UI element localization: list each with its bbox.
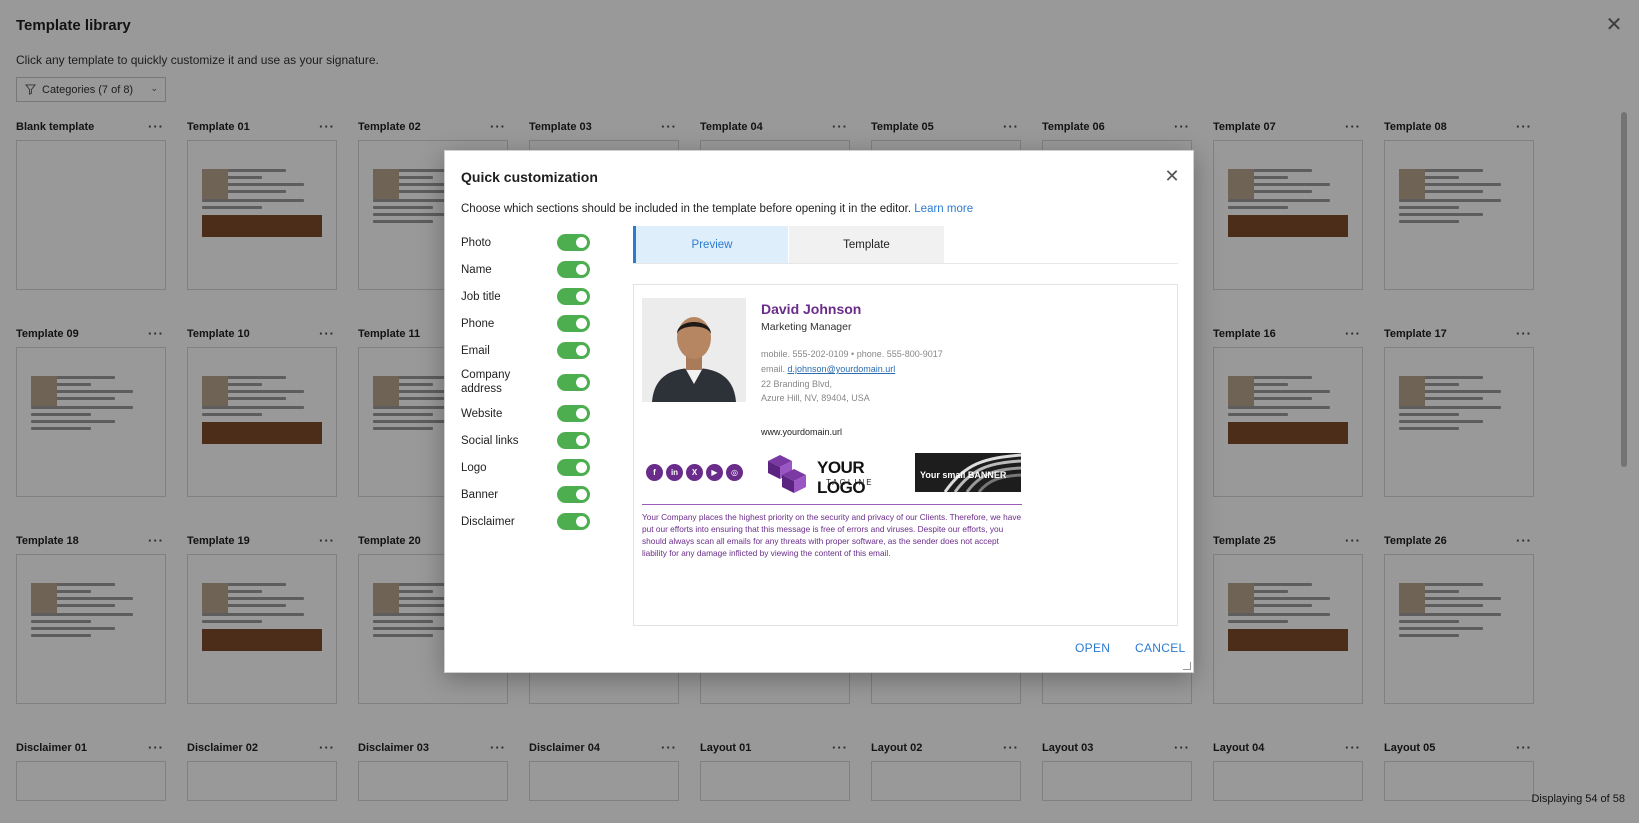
section-options: Photo Name Job title Phone Email Company addr… [461,229,591,535]
option-label: Email [461,344,490,357]
option-toggle[interactable] [557,261,590,278]
option-row: Phone [461,310,591,337]
tab-preview[interactable]: Preview [633,226,788,263]
signature-job-title: Marketing Manager [761,321,852,333]
option-label: Disclaimer [461,515,515,528]
cancel-button[interactable]: CANCEL [1135,641,1185,655]
option-label: Photo [461,236,492,249]
option-label: Logo [461,461,487,474]
option-row: Social links [461,427,591,454]
banner-text: Your small BANNER [920,470,1007,480]
option-toggle[interactable] [557,405,590,422]
option-toggle[interactable] [557,342,590,359]
option-toggle[interactable] [557,459,590,476]
option-toggle[interactable] [557,486,590,503]
quick-customization-dialog: Quick customization ✕ Choose which secti… [444,150,1194,673]
signature-address-line2: Azure Hill, NV, 89404, USA [761,393,870,403]
linkedin-icon[interactable]: in [666,464,683,481]
option-row: Email [461,337,591,364]
signature-phones: mobile. 555-202-0109 • phone. 555-800-90… [761,349,943,359]
option-toggle[interactable] [557,513,590,530]
preview-tabs: Preview Template [633,226,1178,264]
option-label: Name [461,263,492,276]
signature-banner[interactable]: Your small BANNER [915,453,1021,492]
signature-preview: David Johnson Marketing Manager mobile. … [633,284,1178,626]
option-row: Job title [461,283,591,310]
profile-photo [642,298,746,402]
option-row: Banner [461,481,591,508]
option-label: Company address [461,369,511,395]
open-button[interactable]: OPEN [1075,641,1110,655]
youtube-icon[interactable]: ▶ [706,464,723,481]
option-row: Company address [461,364,591,400]
option-row: Name [461,256,591,283]
option-label: Social links [461,434,519,447]
option-row: Photo [461,229,591,256]
social-links: f in X ▶ ◎ [646,464,743,481]
x-icon[interactable]: X [686,464,703,481]
description-text: Choose which sections should be included… [461,203,912,215]
signature-address-line1: 22 Branding Blvd, [761,379,833,389]
option-toggle[interactable] [557,288,590,305]
logo-tagline: TAGLINE [826,478,874,487]
learn-more-link[interactable]: Learn more [914,203,973,215]
signature-logo: YOUR LOGO TAGLINE [764,453,909,497]
signature-email-row: email. d.johnson@yourdomain.url [761,364,895,374]
signature-website: www.yourdomain.url [761,427,843,437]
close-icon[interactable]: ✕ [1163,167,1181,185]
option-label: Banner [461,488,499,501]
option-toggle[interactable] [557,373,590,391]
instagram-icon[interactable]: ◎ [726,464,743,481]
option-toggle[interactable] [557,315,590,332]
signature-name: David Johnson [761,301,862,317]
option-toggle[interactable] [557,432,590,449]
option-row: Disclaimer [461,508,591,535]
dialog-title: Quick customization [461,169,598,185]
option-label: Phone [461,317,495,330]
tab-template[interactable]: Template [789,226,944,263]
option-label: Website [461,407,503,420]
option-row: Logo [461,454,591,481]
signature-disclaimer: Your Company places the highest priority… [642,512,1022,558]
signature-email-link[interactable]: d.johnson@yourdomain.url [788,364,896,374]
logo-cubes-icon [768,455,806,493]
dialog-description: Choose which sections should be included… [461,203,973,215]
option-toggle[interactable] [557,234,590,251]
option-row: Website [461,400,591,427]
option-label: Job title [461,290,501,303]
facebook-icon[interactable]: f [646,464,663,481]
email-prefix: email. [761,364,786,374]
divider [642,504,1022,505]
resize-handle[interactable] [1183,662,1191,670]
